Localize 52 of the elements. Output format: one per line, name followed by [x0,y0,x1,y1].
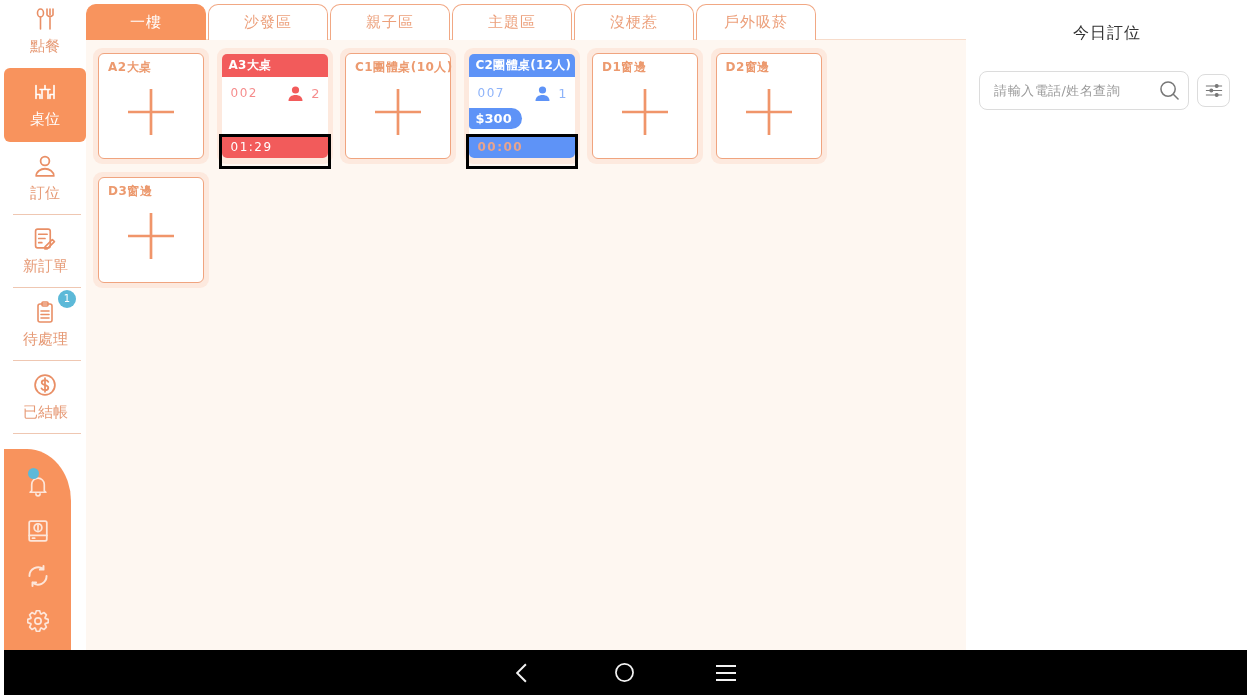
guest-count: 1 [558,85,567,101]
table-card[interactable]: D2窗邊 [715,53,822,159]
table-card[interactable]: A2大桌 [98,53,204,159]
sliders-icon [1204,83,1223,98]
table-name: C1團體桌(10人) [355,59,453,76]
timer-bar: 01:29 [221,137,328,158]
clipboard-icon [34,300,56,323]
table-name: D2窗邊 [725,59,770,76]
timer-bar: 00:00 [468,137,575,158]
floor-tab[interactable]: 親子區 [330,4,450,40]
plus-icon [128,213,174,259]
amount-tag: $300 [468,108,522,129]
plus-icon [128,89,174,135]
home-icon[interactable] [614,663,634,682]
search-field[interactable]: 請輸入電話/姓名查詢 [979,71,1189,110]
filter-button[interactable] [1197,74,1230,107]
sidebar-item[interactable]: 訂位 [4,142,86,215]
plus-icon [745,89,792,135]
dollar-circle-icon [34,373,56,396]
table-name: A2大桌 [108,59,152,76]
table-card[interactable]: C1團體桌(10人) [345,53,451,159]
person-icon [535,85,551,101]
floor-tab[interactable]: 戶外吸菸 [696,4,816,40]
table-name: D1窗邊 [602,59,647,76]
floor-tab[interactable]: 主題區 [452,4,572,40]
sidebar-item[interactable]: 已結帳 [4,361,86,434]
count-badge: 1 [58,290,76,308]
order-number: 002 [230,86,259,100]
order-number: 007 [477,86,506,100]
floor-tab[interactable]: 一樓 [86,4,206,40]
table-card[interactable]: D1窗邊 [592,53,698,159]
plus-icon [622,89,668,135]
table-name: C2團體桌(12人) [475,57,572,74]
menu-icon[interactable] [715,664,736,681]
guest-count: 2 [311,85,320,101]
panel-title: 今日訂位 [1071,22,1142,44]
table-card[interactable]: D3窗邊 [98,177,204,283]
plus-icon [375,89,421,135]
sidebar-item[interactable]: 桌位 [4,68,86,142]
sidebar-item[interactable]: 點餐 [4,0,86,64]
person-icon [34,154,56,177]
table-name: A3大桌 [228,57,272,74]
table-name: D3窗邊 [108,183,153,200]
floor-tab[interactable]: 沙發區 [208,4,328,40]
person-icon [288,85,304,101]
document-pen-icon [34,227,56,250]
fork-spoon-icon [34,8,56,30]
sidebar-item[interactable]: 待處理 1 [4,288,86,361]
back-icon[interactable] [515,662,527,683]
sidebar-item[interactable]: 新訂單 [4,215,86,288]
search-icon[interactable] [1160,81,1179,100]
floor-tab[interactable]: 沒梗惹 [574,4,694,40]
